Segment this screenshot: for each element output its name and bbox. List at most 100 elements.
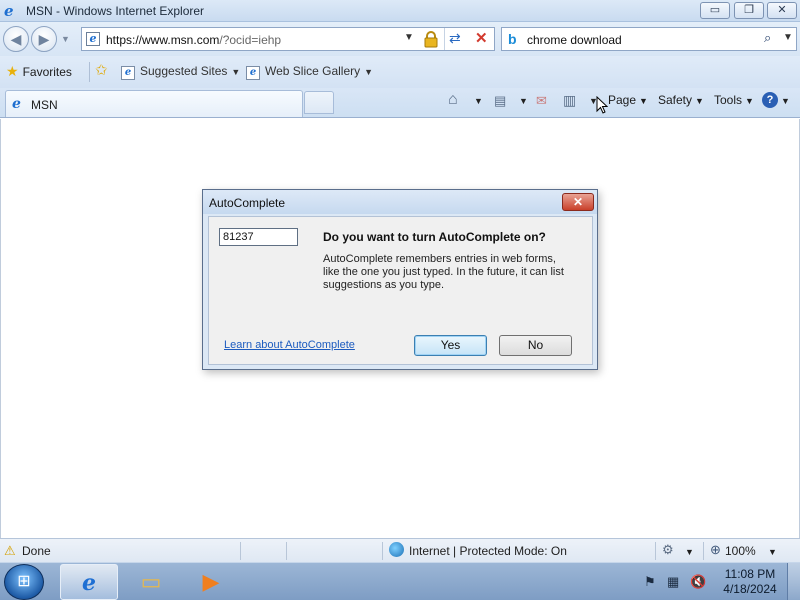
internet-explorer-icon: e xyxy=(4,2,14,20)
lock-icon[interactable] xyxy=(422,30,440,48)
dialog-question: Do you want to turn AutoComplete on? xyxy=(323,230,546,244)
tools-menu-label: Tools xyxy=(714,93,743,107)
zoom-icon[interactable]: ⊕ xyxy=(710,542,721,558)
chevron-down-icon: ▼ xyxy=(231,67,241,77)
status-separator xyxy=(703,542,704,560)
favorites-separator xyxy=(89,62,90,82)
page-icon: e xyxy=(246,66,260,80)
taskbar-media-player-icon[interactable]: ▶ xyxy=(182,564,240,600)
chevron-down-icon: ▼ xyxy=(639,96,648,106)
dialog-title: AutoComplete xyxy=(209,196,286,210)
status-separator xyxy=(655,542,656,560)
system-clock[interactable]: 11:08 PM 4/18/2024 xyxy=(718,567,782,597)
new-tab-button[interactable] xyxy=(304,91,334,114)
page-menu[interactable]: Page ▼ xyxy=(608,93,648,107)
status-separator xyxy=(240,542,241,560)
home-icon[interactable]: ⌂ xyxy=(448,91,458,109)
stop-icon[interactable]: ✕ xyxy=(475,29,488,47)
status-bar: ⚠ Done Internet | Protected Mode: On ⚙ ▼… xyxy=(0,538,800,562)
safety-menu-label: Safety xyxy=(658,93,693,107)
start-button[interactable]: ⊞ xyxy=(4,564,44,600)
learn-about-autocomplete-link[interactable]: Learn about AutoComplete xyxy=(224,339,355,351)
action-center-flag-icon[interactable]: ⚑ xyxy=(644,574,656,590)
navigation-bar: ◀ ▶ ▼ e https://www.msn.com/?ocid=iehp ▼… xyxy=(0,22,800,56)
clock-time: 11:08 PM xyxy=(724,567,776,581)
url-main: https://www.msn.com xyxy=(106,33,220,47)
dialog-body: 81237 Do you want to turn AutoComplete o… xyxy=(208,216,593,365)
search-options-dropdown-icon[interactable]: ▼ xyxy=(783,32,793,43)
page-menu-label: Page xyxy=(608,93,637,107)
yes-button[interactable]: Yes xyxy=(414,335,487,356)
help-icon[interactable]: ? xyxy=(762,92,778,108)
favorites-bar: ★ Favorites ✩ e Suggested Sites ▼ e Web Slic… xyxy=(0,56,800,88)
dialog-close-button[interactable]: ✕ xyxy=(562,193,594,211)
tab-label: MSN xyxy=(31,98,58,112)
zoom-level[interactable]: 100% xyxy=(725,544,756,558)
address-separator xyxy=(444,28,445,50)
network-icon[interactable]: ▦ xyxy=(667,574,679,590)
no-button[interactable]: No xyxy=(499,335,572,356)
favorites-star-icon: ★ xyxy=(6,63,19,79)
title-bar: e MSN - Windows Internet Explorer ▭ ❐ ✕ xyxy=(0,0,800,22)
safety-menu[interactable]: Safety ▼ xyxy=(658,93,704,107)
chevron-down-icon[interactable]: ▼ xyxy=(685,547,694,557)
suggested-sites-label: Suggested Sites xyxy=(140,64,228,78)
address-url[interactable]: https://www.msn.com/?ocid=iehp xyxy=(106,33,281,47)
show-desktop-button[interactable] xyxy=(787,563,800,600)
web-slice-gallery-label: Web Slice Gallery xyxy=(265,64,361,78)
dialog-title-bar[interactable]: AutoComplete ✕ xyxy=(203,190,597,214)
status-text: Done xyxy=(22,544,51,558)
forward-button[interactable]: ▶ xyxy=(31,26,57,52)
search-box[interactable]: b chrome download ⌕ ▼ xyxy=(501,27,797,51)
mouse-cursor-icon xyxy=(596,96,608,114)
add-to-favorites-icon[interactable]: ✩ xyxy=(95,61,108,79)
maximize-button[interactable]: ❐ xyxy=(734,2,764,19)
pop-up-blocker-icon[interactable]: ⚙ xyxy=(662,542,674,558)
chevron-down-icon: ▼ xyxy=(364,67,374,77)
taskbar-internet-explorer[interactable]: e xyxy=(60,564,118,600)
taskbar: ⊞ e ▭ ▶ ⚑ ▦ 🔇 11:08 PM 4/18/2024 xyxy=(0,562,800,600)
mail-icon[interactable]: ✉ xyxy=(536,93,547,109)
search-input[interactable]: chrome download xyxy=(527,33,622,47)
web-slice-gallery-link[interactable]: e Web Slice Gallery ▼ xyxy=(246,64,373,80)
globe-icon xyxy=(389,542,404,557)
search-icon[interactable]: ⌕ xyxy=(764,30,771,46)
clock-date: 4/18/2024 xyxy=(723,582,777,596)
suggested-sites-link[interactable]: e Suggested Sites ▼ xyxy=(121,64,240,80)
dialog-description: AutoComplete remembers entries in web fo… xyxy=(323,253,564,291)
feeds-dropdown-icon[interactable]: ▼ xyxy=(519,96,528,106)
security-zone[interactable]: Internet | Protected Mode: On xyxy=(409,544,567,558)
feeds-icon[interactable]: ▤ xyxy=(494,93,506,109)
page-icon: e xyxy=(86,32,100,46)
refresh-icon[interactable]: ⇄ xyxy=(449,30,461,47)
bing-icon: b xyxy=(508,31,517,47)
favorites-button[interactable]: ★ Favorites xyxy=(6,63,72,80)
recent-pages-dropdown-icon[interactable]: ▼ xyxy=(61,34,70,44)
volume-muted-icon[interactable]: 🔇 xyxy=(690,574,706,590)
print-icon[interactable]: ▥ xyxy=(563,92,576,109)
warning-icon[interactable]: ⚠ xyxy=(4,543,16,559)
tools-menu[interactable]: Tools ▼ xyxy=(714,93,754,107)
window-title: MSN - Windows Internet Explorer xyxy=(26,4,205,18)
tab-msn[interactable]: e MSN xyxy=(5,90,303,117)
tab-bar: e MSN ⌂ ▼ ▤ ▼ ✉ ▥ ▼ Page ▼ Safety ▼ Tools ▼… xyxy=(0,88,800,118)
close-window-button[interactable]: ✕ xyxy=(767,2,797,19)
back-button[interactable]: ◀ xyxy=(3,26,29,52)
internet-explorer-icon: e xyxy=(12,96,21,112)
address-bar[interactable]: e https://www.msn.com/?ocid=iehp ▼ ⇄ ✕ xyxy=(81,27,495,51)
minimize-button[interactable]: ▭ xyxy=(700,2,730,19)
favorites-label: Favorites xyxy=(22,65,72,79)
status-separator xyxy=(286,542,287,560)
page-icon: e xyxy=(121,66,135,80)
chevron-down-icon: ▼ xyxy=(745,96,754,106)
url-rest: /?ocid=iehp xyxy=(219,33,282,47)
chevron-down-icon: ▼ xyxy=(695,96,704,106)
typed-entry-field: 81237 xyxy=(219,228,298,246)
address-dropdown-icon[interactable]: ▼ xyxy=(404,32,414,43)
home-dropdown-icon[interactable]: ▼ xyxy=(474,96,483,106)
help-dropdown-icon[interactable]: ▼ xyxy=(781,96,790,106)
zoom-dropdown-icon[interactable]: ▼ xyxy=(768,547,777,557)
autocomplete-dialog: AutoComplete ✕ 81237 Do you want to turn… xyxy=(202,189,598,370)
taskbar-file-explorer-icon[interactable]: ▭ xyxy=(122,564,180,600)
status-separator xyxy=(382,542,383,560)
